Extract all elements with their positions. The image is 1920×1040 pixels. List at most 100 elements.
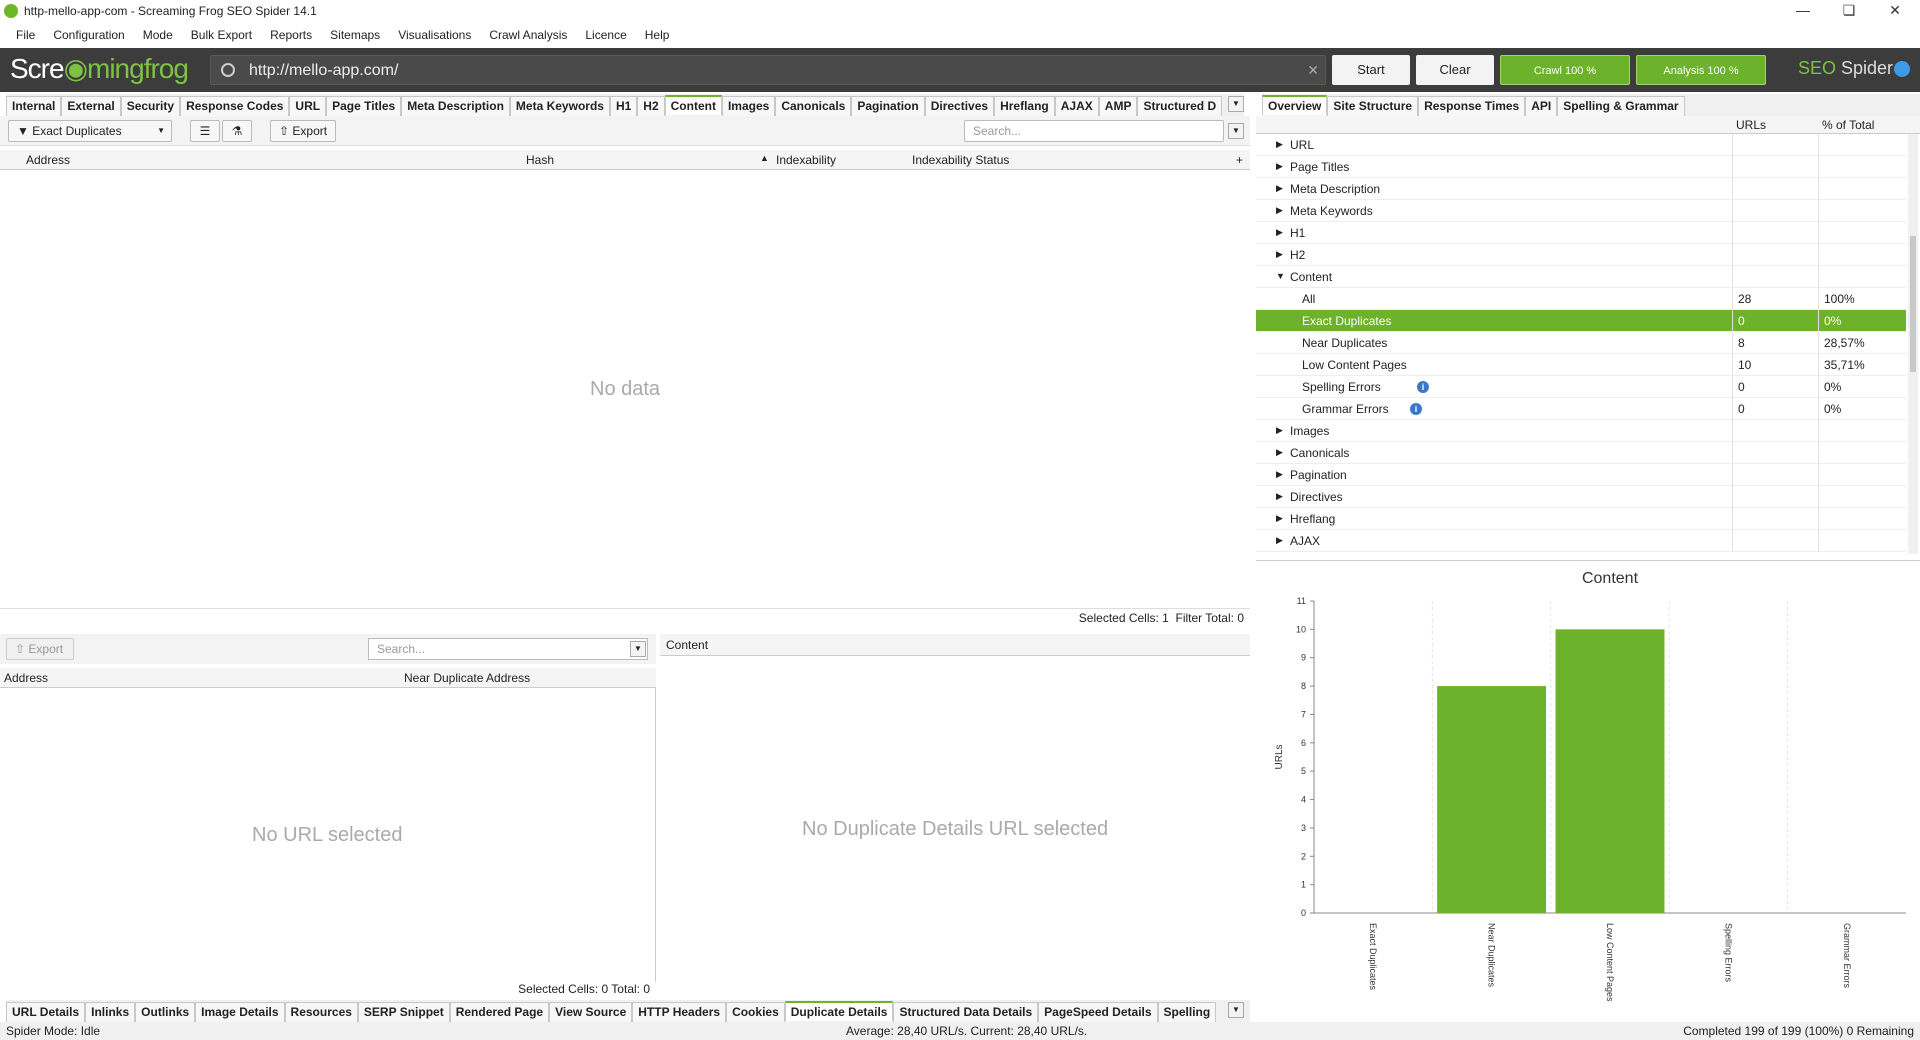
collapsed-arrow-icon[interactable]: ▶ bbox=[1276, 447, 1283, 458]
tab-url[interactable]: URL bbox=[289, 96, 327, 116]
details-export-button[interactable]: ⇧ Export bbox=[6, 638, 74, 660]
column-address[interactable]: Address bbox=[26, 153, 70, 167]
menu-visualisations[interactable]: Visualisations bbox=[389, 24, 480, 42]
tab-h2[interactable]: H2 bbox=[637, 96, 665, 116]
overview-scroll-thumb[interactable] bbox=[1910, 236, 1916, 372]
menu-crawl-analysis[interactable]: Crawl Analysis bbox=[480, 24, 576, 42]
collapsed-arrow-icon[interactable]: ▶ bbox=[1276, 161, 1283, 172]
bottom-tab-http-headers[interactable]: HTTP Headers bbox=[632, 1002, 727, 1022]
overview-row-spelling-errors[interactable]: Spelling Errors i 0 0% bbox=[1256, 376, 1906, 398]
tab-response-codes[interactable]: Response Codes bbox=[180, 96, 290, 116]
export-button[interactable]: ⇧ Export bbox=[270, 120, 336, 142]
tab-ajax[interactable]: AJAX bbox=[1054, 96, 1099, 116]
tab-images[interactable]: Images bbox=[721, 96, 776, 116]
collapsed-arrow-icon[interactable]: ▶ bbox=[1276, 227, 1283, 238]
overview-row-content[interactable]: ▼ Content bbox=[1256, 266, 1906, 288]
menu-configuration[interactable]: Configuration bbox=[44, 24, 133, 42]
column-near-duplicate-address[interactable]: Near Duplicate Address bbox=[404, 671, 530, 685]
right-tab-response-times[interactable]: Response Times bbox=[1418, 96, 1526, 116]
overview-row-meta-description[interactable]: ▶ Meta Description bbox=[1256, 178, 1906, 200]
overview-row-near-duplicates[interactable]: Near Duplicates 8 28,57% bbox=[1256, 332, 1906, 354]
bottom-tab-spelling[interactable]: Spelling bbox=[1157, 1002, 1217, 1022]
tab-meta-keywords[interactable]: Meta Keywords bbox=[509, 96, 610, 116]
overview-row-exact-duplicates[interactable]: Exact Duplicates 0 0% bbox=[1256, 310, 1906, 332]
menu-bulk-export[interactable]: Bulk Export bbox=[182, 24, 261, 42]
tab-hreflang[interactable]: Hreflang bbox=[994, 96, 1055, 116]
tab-canonicals[interactable]: Canonicals bbox=[775, 96, 852, 116]
overview-row-directives[interactable]: ▶ Directives bbox=[1256, 486, 1906, 508]
bottom-tab-pagespeed-details[interactable]: PageSpeed Details bbox=[1038, 1002, 1158, 1022]
right-tab-site-structure[interactable]: Site Structure bbox=[1327, 96, 1419, 116]
tab-pagination[interactable]: Pagination bbox=[851, 96, 925, 116]
bottom-tab-rendered-page[interactable]: Rendered Page bbox=[449, 1002, 550, 1022]
bottom-tab-inlinks[interactable]: Inlinks bbox=[85, 1002, 136, 1022]
tab-internal[interactable]: Internal bbox=[6, 96, 62, 116]
overview-row-low-content-pages[interactable]: Low Content Pages 10 35,71% bbox=[1256, 354, 1906, 376]
url-bar[interactable]: http://mello-app.com/ ✕ bbox=[210, 55, 1326, 85]
overview-row-h2[interactable]: ▶ H2 bbox=[1256, 244, 1906, 266]
overview-row-canonicals[interactable]: ▶ Canonicals bbox=[1256, 442, 1906, 464]
bottom-tab-cookies[interactable]: Cookies bbox=[726, 1002, 785, 1022]
overview-row-grammar-errors[interactable]: Grammar Errors i 0 0% bbox=[1256, 398, 1906, 420]
column-hash[interactable]: Hash bbox=[526, 153, 554, 167]
column-indexability[interactable]: Indexability bbox=[776, 153, 836, 167]
filter-dropdown[interactable]: ▼︎ Exact Duplicates ▼ bbox=[8, 120, 172, 142]
overview-row-hreflang[interactable]: ▶ Hreflang bbox=[1256, 508, 1906, 530]
expanded-arrow-icon[interactable]: ▼ bbox=[1276, 271, 1285, 281]
tab-structured-d[interactable]: Structured D bbox=[1137, 96, 1223, 116]
overview-row-ajax[interactable]: ▶ AJAX bbox=[1256, 530, 1906, 552]
collapsed-arrow-icon[interactable]: ▶ bbox=[1276, 425, 1283, 436]
bottom-tab-outlinks[interactable]: Outlinks bbox=[135, 1002, 196, 1022]
menu-help[interactable]: Help bbox=[636, 24, 679, 42]
bottom-tab-image-details[interactable]: Image Details bbox=[195, 1002, 285, 1022]
tab-content[interactable]: Content bbox=[664, 95, 722, 115]
collapsed-arrow-icon[interactable]: ▶ bbox=[1276, 205, 1283, 216]
url-input[interactable]: http://mello-app.com/ bbox=[249, 62, 398, 80]
tab-h1[interactable]: H1 bbox=[609, 96, 638, 116]
column-address[interactable]: Address bbox=[4, 671, 48, 685]
menu-licence[interactable]: Licence bbox=[576, 24, 635, 42]
tab-amp[interactable]: AMP bbox=[1098, 96, 1138, 116]
details-search-dropdown[interactable]: ▼ bbox=[630, 641, 646, 657]
column-indexability-status[interactable]: Indexability Status bbox=[912, 153, 1009, 167]
bottom-tab-resources[interactable]: Resources bbox=[284, 1002, 358, 1022]
menu-mode[interactable]: Mode bbox=[134, 24, 182, 42]
collapsed-arrow-icon[interactable]: ▶ bbox=[1276, 535, 1283, 546]
tabs-overflow-dropdown[interactable]: ▼ bbox=[1228, 96, 1244, 112]
tab-directives[interactable]: Directives bbox=[924, 96, 995, 116]
search-input[interactable]: Search... bbox=[964, 120, 1224, 142]
right-tab-overview[interactable]: Overview bbox=[1262, 95, 1328, 115]
overview-row-url[interactable]: ▶ URL bbox=[1256, 134, 1906, 156]
tab-security[interactable]: Security bbox=[120, 96, 181, 116]
right-tab-spelling-grammar[interactable]: Spelling & Grammar bbox=[1557, 96, 1685, 116]
clear-button[interactable]: Clear bbox=[1416, 55, 1494, 85]
overview-row-images[interactable]: ▶ Images bbox=[1256, 420, 1906, 442]
bottom-tab-structured-data-details[interactable]: Structured Data Details bbox=[893, 1002, 1039, 1022]
collapsed-arrow-icon[interactable]: ▶ bbox=[1276, 139, 1283, 150]
tab-meta-description[interactable]: Meta Description bbox=[401, 96, 510, 116]
bottom-tab-duplicate-details[interactable]: Duplicate Details bbox=[784, 1001, 894, 1021]
search-options-dropdown[interactable]: ▼ bbox=[1228, 123, 1244, 139]
close-icon[interactable]: ✕ bbox=[1872, 0, 1918, 22]
restore-icon[interactable]: ❏ bbox=[1826, 0, 1872, 22]
collapsed-arrow-icon[interactable]: ▶ bbox=[1276, 249, 1283, 260]
list-view-icon[interactable]: ☰ bbox=[190, 120, 220, 142]
add-column-icon[interactable]: + bbox=[1236, 153, 1243, 167]
collapsed-arrow-icon[interactable]: ▶ bbox=[1276, 491, 1283, 502]
overview-row-page-titles[interactable]: ▶ Page Titles bbox=[1256, 156, 1906, 178]
collapsed-arrow-icon[interactable]: ▶ bbox=[1276, 513, 1283, 524]
right-tab-api[interactable]: API bbox=[1525, 96, 1558, 116]
overview-row-meta-keywords[interactable]: ▶ Meta Keywords bbox=[1256, 200, 1906, 222]
menu-reports[interactable]: Reports bbox=[261, 24, 321, 42]
bottom-tab-serp-snippet[interactable]: SERP Snippet bbox=[357, 1002, 450, 1022]
info-icon[interactable]: i bbox=[1417, 381, 1429, 393]
tab-page-titles[interactable]: Page Titles bbox=[326, 96, 402, 116]
menu-sitemaps[interactable]: Sitemaps bbox=[321, 24, 389, 42]
details-search-input[interactable]: Search... bbox=[368, 638, 648, 660]
collapsed-arrow-icon[interactable]: ▶ bbox=[1276, 469, 1283, 480]
clear-url-icon[interactable]: ✕ bbox=[1307, 62, 1319, 79]
minimize-icon[interactable]: — bbox=[1780, 0, 1826, 22]
bottom-tab-view-source[interactable]: View Source bbox=[549, 1002, 633, 1022]
twitter-icon[interactable] bbox=[1894, 61, 1910, 77]
start-button[interactable]: Start bbox=[1332, 55, 1410, 85]
